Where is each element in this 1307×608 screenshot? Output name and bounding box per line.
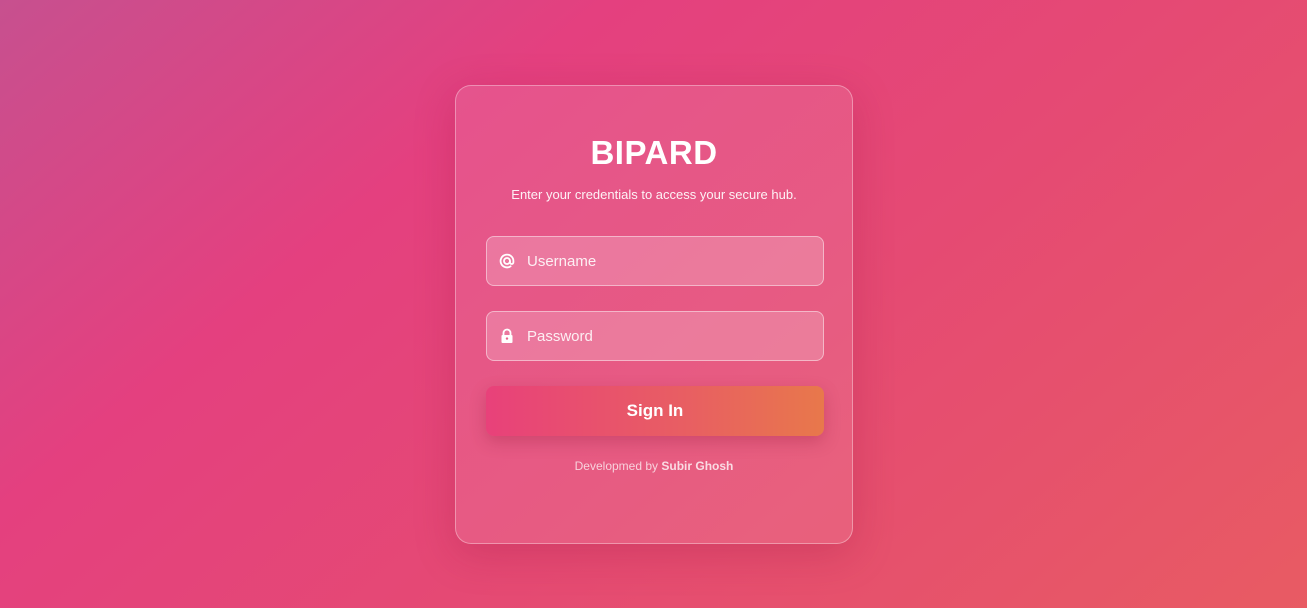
password-field[interactable]	[486, 311, 824, 361]
password-input[interactable]	[527, 312, 813, 360]
footer-credit: Developmed by Subir Ghosh	[456, 459, 852, 473]
username-field[interactable]	[486, 236, 824, 286]
lock-icon	[498, 327, 516, 345]
sign-in-button[interactable]: Sign In	[486, 386, 824, 436]
app-title: BIPARD	[590, 134, 718, 171]
username-input[interactable]	[527, 237, 813, 285]
at-icon	[498, 252, 516, 270]
footer-author: Subir Ghosh	[661, 459, 734, 473]
login-subtitle: Enter your credentials to access your se…	[511, 187, 797, 202]
footer-prefix: Developmed by	[574, 459, 662, 473]
login-card: BIPARD Enter your credentials to access …	[455, 85, 853, 544]
